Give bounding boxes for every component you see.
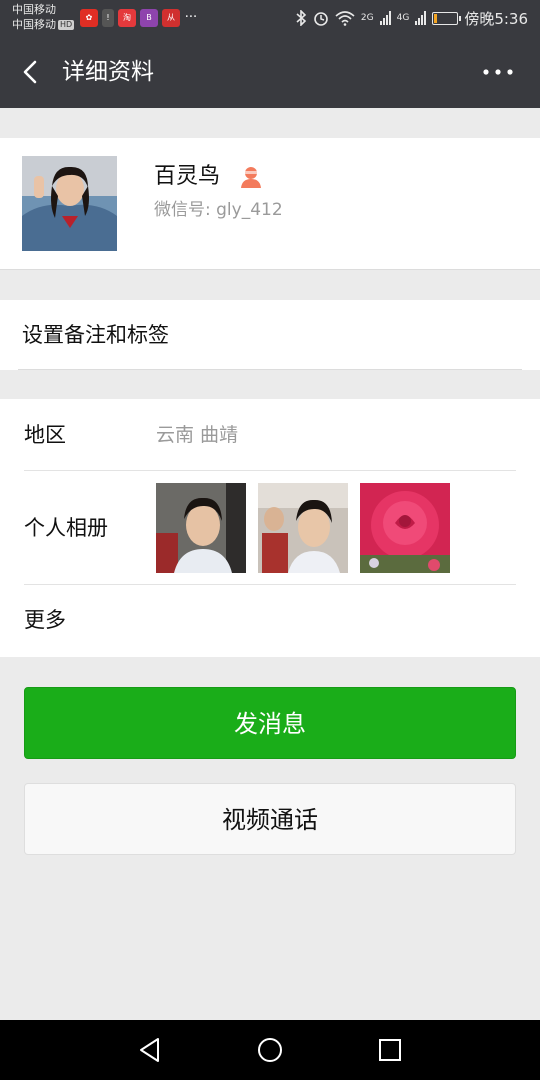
album-photo[interactable]	[258, 483, 348, 573]
album-photo[interactable]	[360, 483, 450, 573]
carrier-info: 中国移动 中国移动 HD	[12, 2, 75, 32]
back-arrow-icon[interactable]	[18, 58, 46, 86]
region-value: 云南 曲靖	[156, 424, 239, 446]
album-photo[interactable]	[156, 483, 246, 573]
more-row[interactable]: 更多	[24, 585, 516, 657]
avatar[interactable]	[22, 156, 117, 251]
carrier-1: 中国移动	[12, 3, 56, 16]
signal-icon	[379, 11, 391, 25]
status-bar: 中国移动 中国移动 HD ✿ ! 淘 B 从 ··· 2G 4G 傍晚5:36	[0, 0, 540, 36]
nav-bar: 详细资料	[0, 36, 540, 108]
carrier-2: 中国移动	[12, 18, 56, 31]
clock: 傍晚5:36	[464, 9, 528, 28]
bank-icon: B	[140, 9, 158, 27]
set-remark-label: 设置备注和标签	[22, 323, 169, 347]
page-title: 详细资料	[62, 59, 154, 85]
alert-icon: !	[102, 9, 114, 27]
avatar-image	[22, 156, 117, 251]
network-2g-label: 2G	[360, 13, 374, 23]
region-label: 地区	[24, 423, 66, 447]
more-dots-icon[interactable]	[480, 62, 516, 82]
female-icon	[241, 167, 261, 188]
profile-card: 百灵鸟 微信号: gly_412	[0, 138, 540, 270]
wechat-id: 微信号: gly_412	[154, 200, 283, 220]
more-dots-icon: ···	[184, 10, 198, 25]
profile-name: 百灵鸟	[154, 164, 221, 189]
more-label: 更多	[24, 608, 66, 632]
home-circle-icon[interactable]	[255, 1035, 285, 1065]
info-section: 地区 云南 曲靖 个人相册 更多	[0, 399, 540, 657]
personal-album-row[interactable]: 个人相册	[24, 471, 516, 585]
network-4g-label: 4G	[396, 13, 410, 23]
bluetooth-icon	[296, 10, 307, 26]
pinduoduo-icon: ✿	[80, 9, 98, 27]
status-right: 2G 4G 傍晚5:36	[295, 0, 528, 36]
region-row: 地区 云南 曲靖	[24, 399, 516, 471]
alarm-icon	[314, 12, 328, 26]
taobao-icon: 淘	[118, 9, 136, 27]
album-thumbnails	[156, 483, 450, 573]
recents-square-icon[interactable]	[375, 1035, 405, 1065]
set-remark-row[interactable]: 设置备注和标签	[0, 300, 540, 370]
video-call-button[interactable]: 视频通话	[24, 783, 516, 855]
album-label: 个人相册	[24, 516, 108, 540]
battery-fill	[434, 13, 438, 23]
divider	[18, 369, 522, 370]
send-message-button[interactable]: 发消息	[24, 687, 516, 759]
back-triangle-icon[interactable]	[135, 1035, 165, 1065]
xiaomi-shop-icon: 从	[162, 9, 180, 27]
battery-icon	[432, 11, 462, 25]
notification-icons: ✿ ! 淘 B 从 ···	[80, 9, 198, 27]
signal-icon-2	[415, 11, 427, 25]
system-nav-bar	[0, 1020, 540, 1080]
wifi-icon	[335, 11, 355, 26]
hd-badge: HD	[58, 20, 75, 30]
